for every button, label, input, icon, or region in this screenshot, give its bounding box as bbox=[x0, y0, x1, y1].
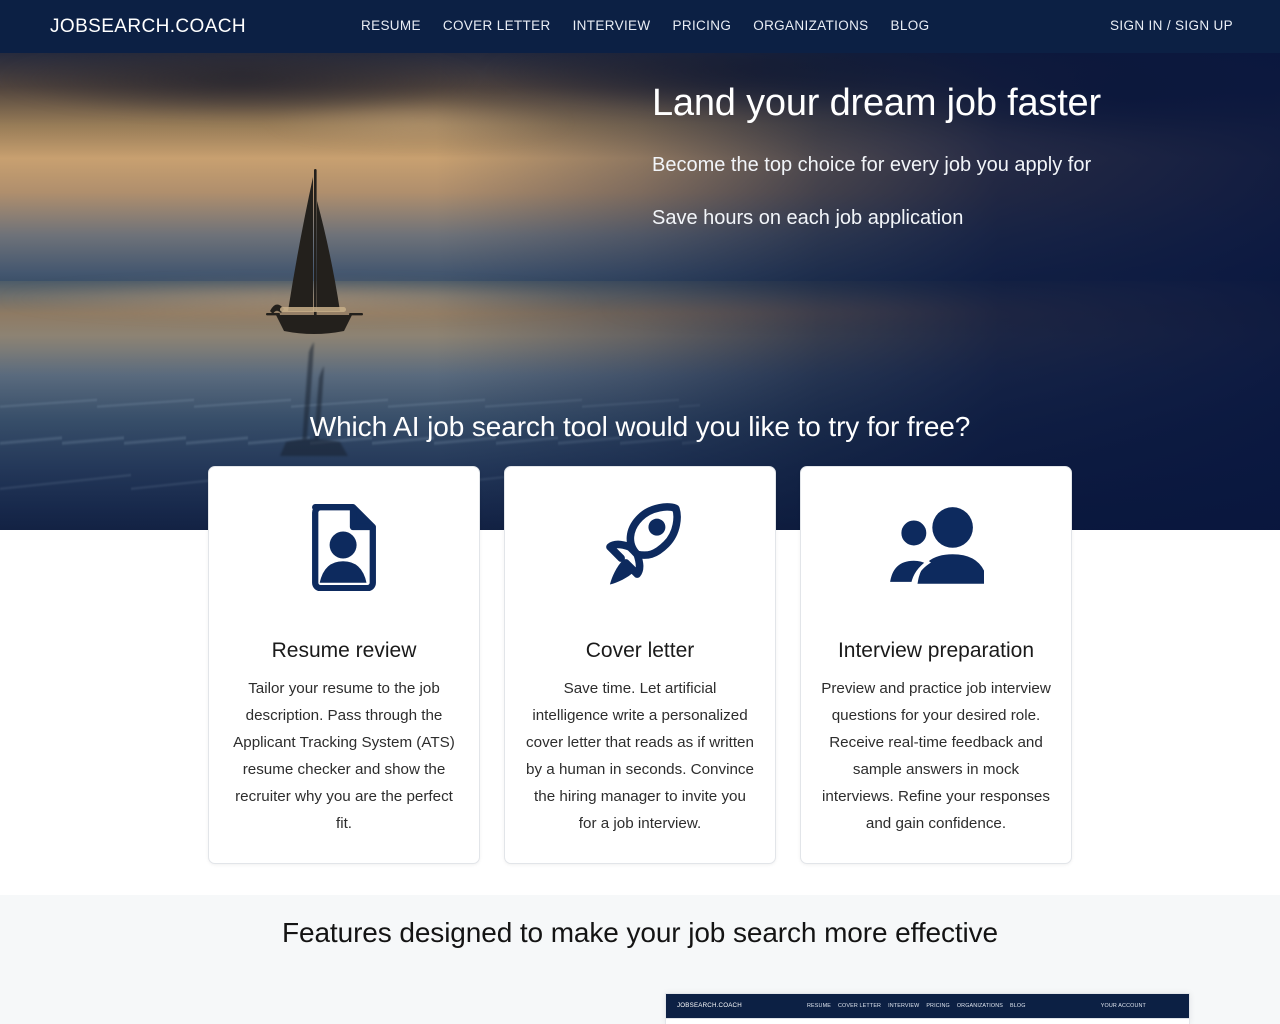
nav-interview[interactable]: INTERVIEW bbox=[573, 18, 651, 33]
preview-nav-resume: RESUME bbox=[807, 1002, 831, 1009]
features-title: Features designed to make your job searc… bbox=[281, 917, 999, 948]
card-title: Cover letter bbox=[585, 639, 695, 662]
tool-cards-row: Resume review Tailor your resume to the … bbox=[0, 466, 1280, 864]
preview-nav-interview: INTERVIEW bbox=[888, 1002, 920, 1009]
preview-your-account-link: YOUR ACCOUNT bbox=[1100, 1002, 1146, 1009]
card-resume-review[interactable]: Resume review Tailor your resume to the … bbox=[208, 466, 480, 864]
sign-in-sign-up-link[interactable]: SIGN IN / SIGN UP bbox=[1110, 18, 1233, 33]
preview-header-bar: JOBSEARCH.COACH RESUME COVER LETTER INTE… bbox=[666, 994, 1189, 1018]
preview-nav-organizations: ORGANIZATIONS bbox=[956, 1002, 1004, 1009]
hero-question-heading: Which AI job search tool would you like … bbox=[309, 411, 971, 442]
preview-brand-logo: JOBSEARCH.COACH bbox=[677, 1002, 742, 1009]
site-header: JOBSEARCH.COACH RESUME COVER LETTER INTE… bbox=[0, 0, 1280, 53]
hero-title: Land your dream job faster bbox=[652, 82, 1101, 124]
feature-preview-screenshot: JOBSEARCH.COACH RESUME COVER LETTER INTE… bbox=[665, 993, 1190, 1024]
resume-document-person-icon bbox=[308, 489, 380, 601]
nav-resume[interactable]: RESUME bbox=[361, 18, 421, 33]
hero-subtitle-2: Save hours on each job application bbox=[652, 206, 964, 229]
card-title: Resume review bbox=[271, 639, 417, 662]
preview-page-body bbox=[666, 1018, 1189, 1024]
brand-logo[interactable]: JOBSEARCH.COACH bbox=[50, 16, 246, 38]
hero-section: Land your dream job faster Become the to… bbox=[0, 53, 1280, 530]
card-interview-preparation[interactable]: Interview preparation Preview and practi… bbox=[800, 466, 1072, 864]
preview-navigation: RESUME COVER LETTER INTERVIEW PRICING OR… bbox=[807, 1003, 1026, 1009]
people-group-icon bbox=[888, 489, 984, 601]
nav-cover-letter[interactable]: COVER LETTER bbox=[443, 18, 551, 33]
preview-nav-cover-letter: COVER LETTER bbox=[837, 1002, 882, 1009]
features-section: Features designed to make your job searc… bbox=[0, 895, 1280, 1024]
card-cover-letter[interactable]: Cover letter Save time. Let artificial i… bbox=[504, 466, 776, 864]
hero-subtitle-1: Become the top choice for every job you … bbox=[652, 153, 1092, 176]
preview-nav-blog: BLOG bbox=[1010, 1002, 1026, 1009]
main-navigation: RESUME COVER LETTER INTERVIEW PRICING OR… bbox=[361, 18, 929, 33]
card-description: Tailor your resume to the job descriptio… bbox=[233, 680, 455, 833]
nav-pricing[interactable]: PRICING bbox=[673, 18, 732, 33]
nav-organizations[interactable]: ORGANIZATIONS bbox=[753, 18, 868, 33]
rocket-icon bbox=[593, 489, 687, 601]
card-description: Preview and practice job interview quest… bbox=[821, 680, 1051, 833]
card-title: Interview preparation bbox=[837, 639, 1035, 662]
preview-nav-pricing: PRICING bbox=[926, 1002, 950, 1009]
card-description: Save time. Let artificial intelligence w… bbox=[526, 680, 754, 833]
hero-copy: Land your dream job faster Become the to… bbox=[652, 82, 1212, 230]
nav-blog[interactable]: BLOG bbox=[891, 18, 930, 33]
